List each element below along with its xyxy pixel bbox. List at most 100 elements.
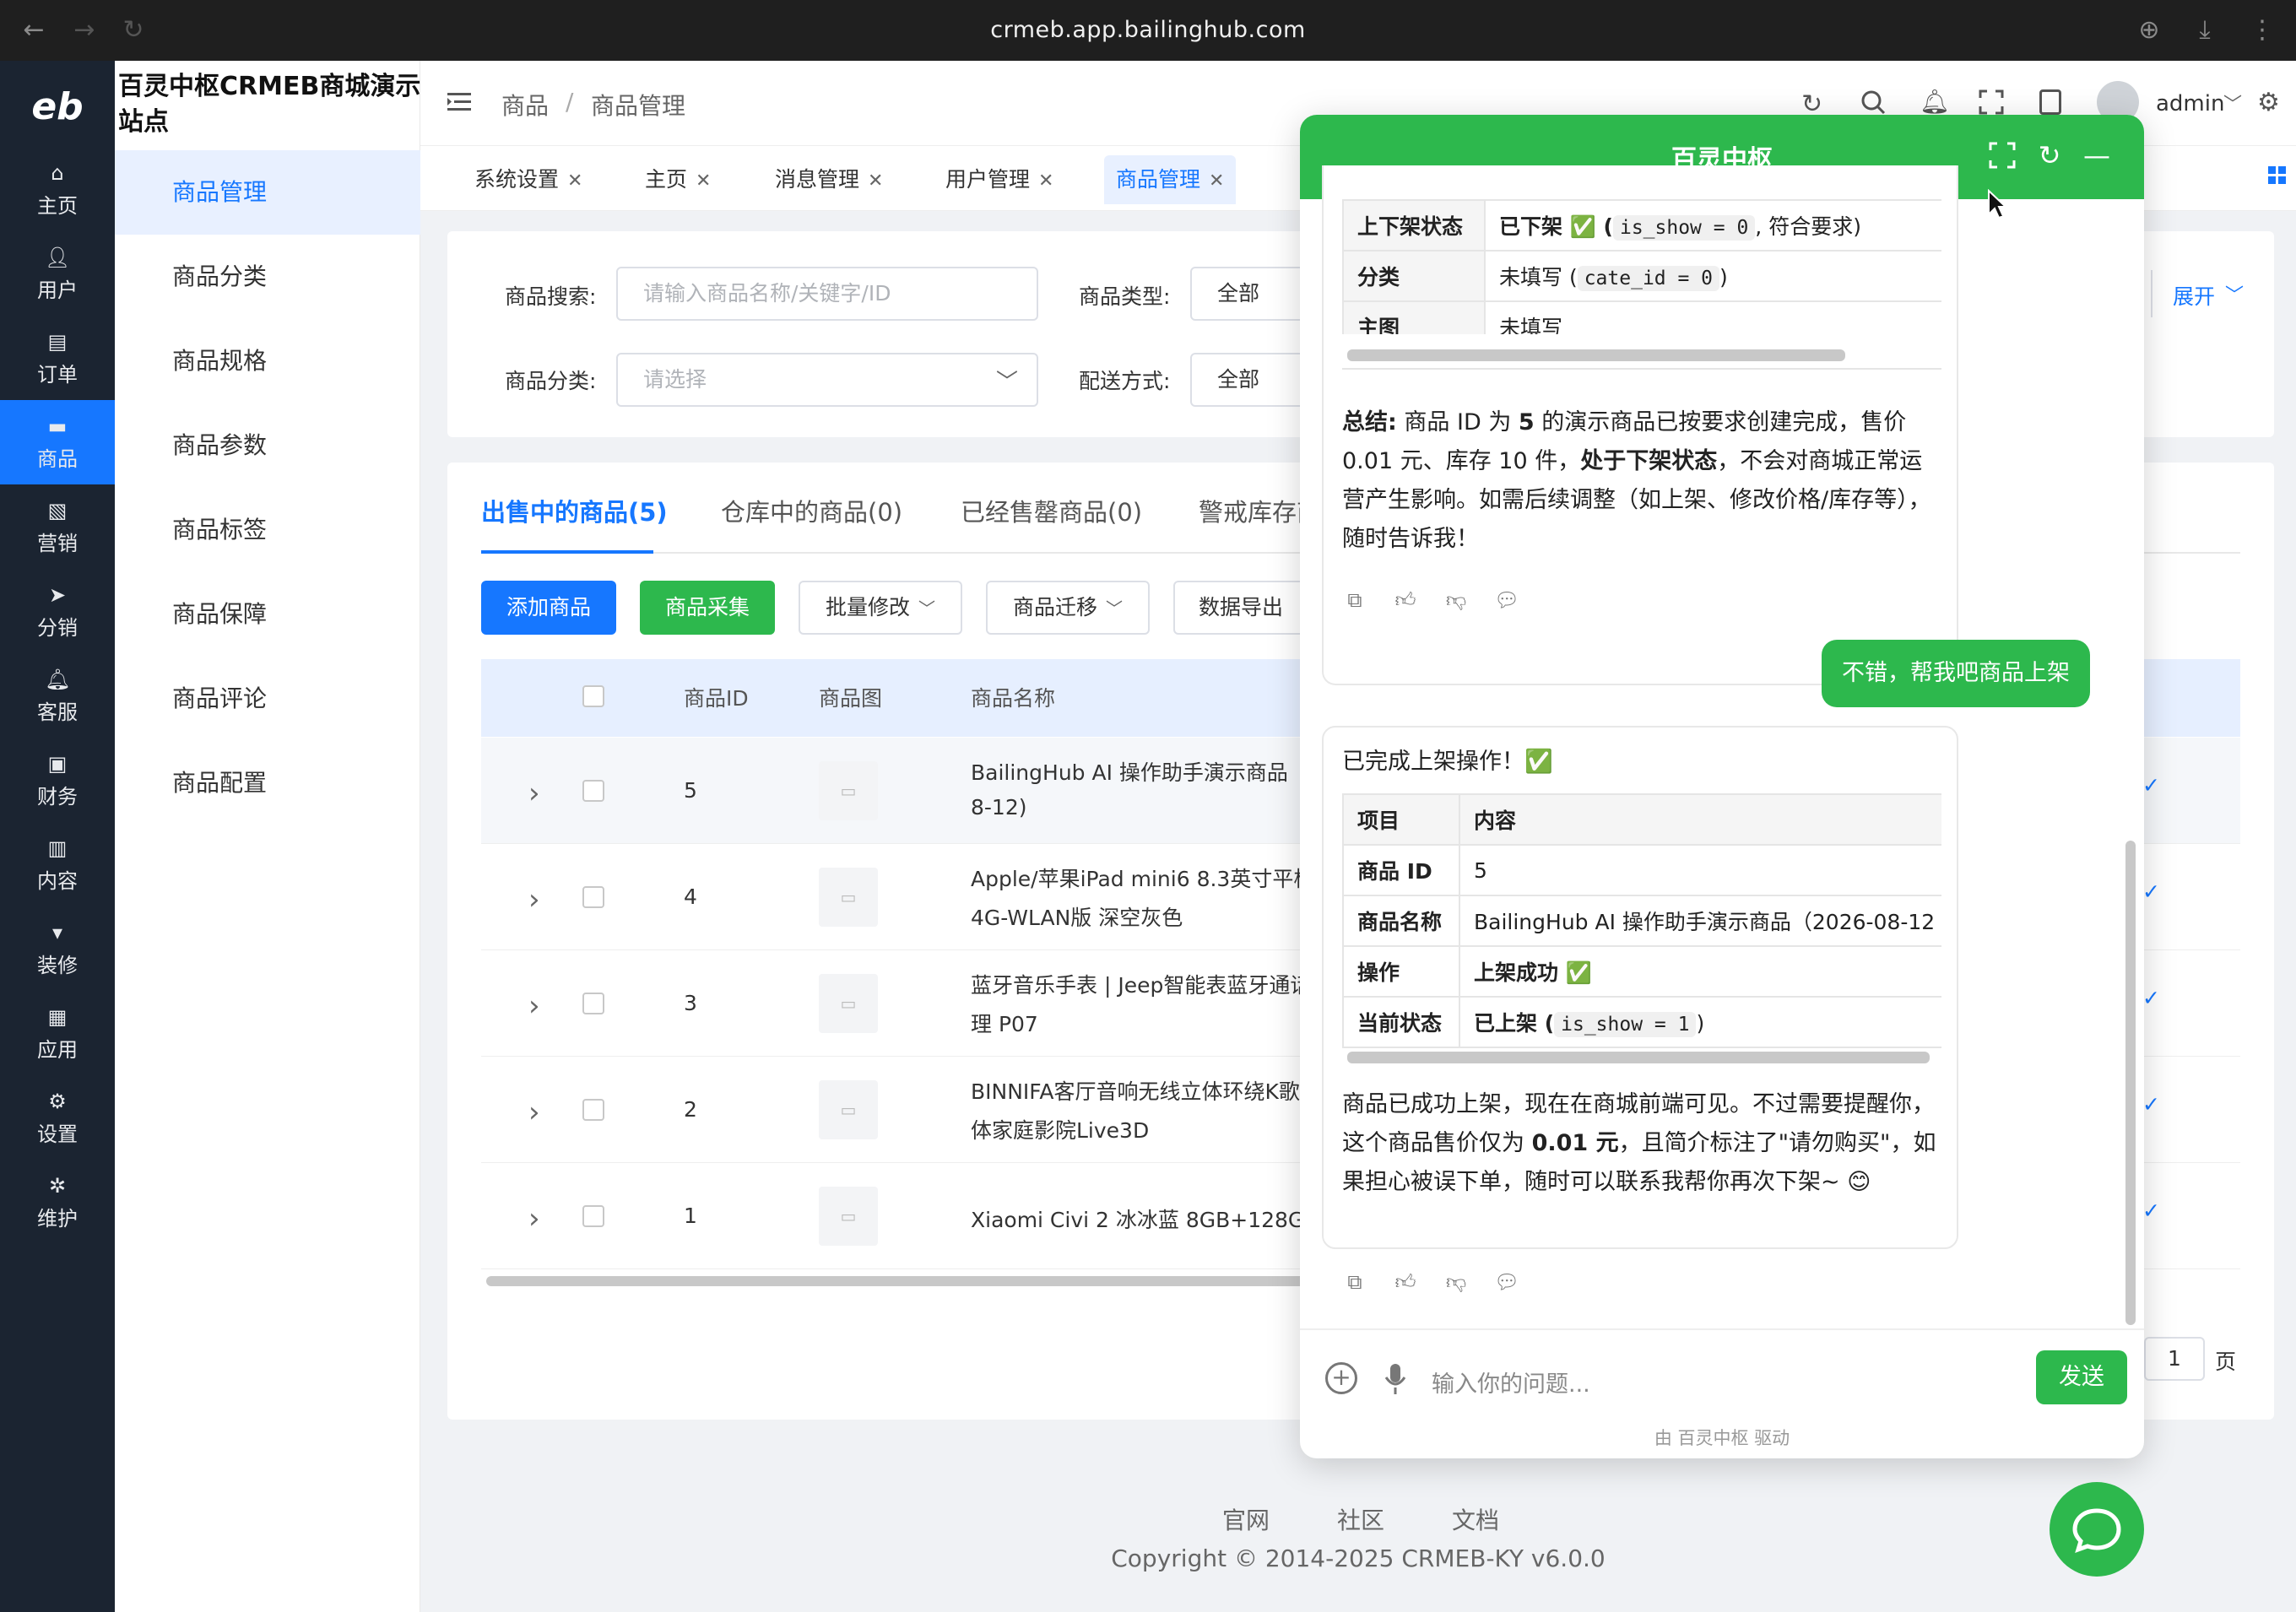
nav-item-9[interactable]: ▾ 装修 bbox=[0, 906, 115, 991]
nav-item-10[interactable]: ▦ 应用 bbox=[0, 991, 115, 1075]
table1-scrollbar[interactable] bbox=[1347, 349, 1845, 361]
nav-item-1[interactable]: 👤︎ 用户 bbox=[0, 231, 115, 316]
chat-input[interactable]: 输入你的问题... bbox=[1432, 1366, 1590, 1398]
thumbs-down-icon[interactable]: 👎︎ bbox=[1443, 1269, 1469, 1295]
tab-2[interactable]: 消息管理 ✕ bbox=[763, 155, 895, 204]
chevron-down-icon[interactable]: ﹀ bbox=[2225, 280, 2244, 307]
row-checkbox[interactable] bbox=[582, 1099, 604, 1121]
sub-nav-item[interactable]: 商品标签 bbox=[115, 488, 420, 572]
close-icon[interactable]: ✕ bbox=[1038, 170, 1053, 192]
chevron-right-icon[interactable]: › bbox=[528, 1095, 540, 1129]
migrate-button[interactable]: 商品迁移 ﹀ bbox=[986, 581, 1150, 635]
search-icon[interactable] bbox=[1860, 89, 1886, 115]
chevron-right-icon[interactable]: › bbox=[528, 883, 540, 917]
chevron-down-icon[interactable]: ﹀ bbox=[2223, 89, 2242, 116]
search-input[interactable]: 请输入商品名称/关键字/ID bbox=[616, 267, 1038, 321]
tablet-icon[interactable] bbox=[2039, 89, 2061, 115]
send-button[interactable]: 发送 bbox=[2036, 1350, 2127, 1404]
product-tab-2[interactable]: 已经售罄商品(0) bbox=[961, 493, 1142, 528]
minimize-icon[interactable]: — bbox=[2080, 138, 2114, 172]
cell-key: 商品名称 bbox=[1342, 895, 1460, 947]
nav-item-0[interactable]: ⌂ 主页 bbox=[0, 147, 115, 231]
close-icon[interactable]: ✕ bbox=[868, 170, 883, 192]
breadcrumb-level1[interactable]: 商品 bbox=[501, 88, 549, 122]
row-checkbox[interactable] bbox=[582, 886, 604, 908]
thumbs-up-icon[interactable]: 👍︎ bbox=[1393, 587, 1418, 613]
expand-icon[interactable] bbox=[1985, 138, 2019, 172]
close-icon[interactable]: ✕ bbox=[696, 170, 711, 192]
reply-b1: 0.01 元 bbox=[1531, 1130, 1619, 1156]
tab-0[interactable]: 系统设置 ✕ bbox=[463, 155, 594, 204]
row-checkbox[interactable] bbox=[582, 993, 604, 1014]
product-tab-0[interactable]: 出售中的商品(5) bbox=[481, 493, 668, 528]
expand-link[interactable]: 展开 bbox=[2173, 280, 2215, 311]
comment-icon[interactable]: 💬︎ bbox=[1494, 1269, 1519, 1295]
refresh-icon[interactable]: ↻ bbox=[2033, 138, 2066, 172]
collect-product-button[interactable]: 商品采集 bbox=[640, 581, 775, 635]
nav-item-label: 客服 bbox=[37, 701, 78, 724]
close-icon[interactable]: ✕ bbox=[1209, 170, 1224, 192]
bell-icon[interactable]: 🔔︎ bbox=[1920, 88, 1950, 116]
tab-3[interactable]: 用户管理 ✕ bbox=[934, 155, 1065, 204]
nav-item-12[interactable]: ✲ 维护 bbox=[0, 1160, 115, 1244]
nav-item-7[interactable]: ▣ 财务 bbox=[0, 738, 115, 822]
footer-link-community[interactable]: 社区 bbox=[1337, 1502, 1384, 1536]
cell-key: 上下架状态 bbox=[1342, 199, 1486, 252]
user-name[interactable]: admin bbox=[2156, 91, 2224, 116]
chat-fab-button[interactable] bbox=[2050, 1482, 2144, 1577]
install-icon[interactable]: ⊕ bbox=[2134, 15, 2164, 46]
sub-nav-item[interactable]: 商品分类 bbox=[115, 235, 420, 319]
copy-icon[interactable]: ⧉ bbox=[1342, 1269, 1367, 1295]
nav-item-8[interactable]: ▥ 内容 bbox=[0, 822, 115, 906]
batch-edit-button[interactable]: 批量修改 ﹀ bbox=[799, 581, 962, 635]
table2-scrollbar[interactable] bbox=[1347, 1052, 1930, 1063]
nav-item-3[interactable]: ▬ 商品 bbox=[0, 400, 115, 484]
chevron-right-icon[interactable]: › bbox=[528, 989, 540, 1023]
row-checkbox[interactable] bbox=[582, 780, 604, 802]
sub-nav-item[interactable]: 商品参数 bbox=[115, 403, 420, 488]
sub-nav-item[interactable]: 商品评论 bbox=[115, 657, 420, 741]
sub-nav-item[interactable]: 商品保障 bbox=[115, 572, 420, 657]
nav-item-6[interactable]: 🔔︎ 客服 bbox=[0, 653, 115, 738]
menu-dots-icon[interactable]: ⋮ bbox=[2247, 15, 2277, 46]
url-bar[interactable]: crmeb.app.bailinghub.com bbox=[0, 17, 2296, 43]
product-tab-1[interactable]: 仓库中的商品(0) bbox=[721, 493, 902, 528]
sub-nav-item[interactable]: 商品管理 bbox=[115, 150, 420, 235]
footer-link-docs[interactable]: 文档 bbox=[1452, 1502, 1499, 1536]
copy-icon[interactable]: ⧉ bbox=[1342, 587, 1367, 613]
nav-item-4[interactable]: ▧ 营销 bbox=[0, 484, 115, 569]
summary-b1: 总结: bbox=[1342, 409, 1397, 435]
category-select[interactable]: 请选择 bbox=[616, 353, 1038, 407]
tab-4[interactable]: 商品管理 ✕ bbox=[1104, 155, 1237, 204]
footer-link-official[interactable]: 官网 bbox=[1222, 1502, 1270, 1536]
sub-nav-item[interactable]: 商品配置 bbox=[115, 741, 420, 825]
chevron-right-icon[interactable]: › bbox=[528, 776, 540, 810]
nav-item-label: 维护 bbox=[37, 1207, 78, 1231]
chevron-right-icon[interactable]: › bbox=[528, 1202, 540, 1236]
row-checkbox[interactable] bbox=[582, 1205, 604, 1227]
add-product-button[interactable]: 添加商品 bbox=[481, 581, 616, 635]
tab-1[interactable]: 主页 ✕ bbox=[633, 155, 723, 204]
download-icon[interactable]: ⤓ bbox=[2190, 15, 2220, 46]
nav-item-5[interactable]: ➤ 分销 bbox=[0, 569, 115, 653]
plus-icon[interactable]: + bbox=[1325, 1362, 1357, 1394]
sub-nav-item[interactable]: 商品规格 bbox=[115, 319, 420, 403]
gear-icon[interactable]: ⚙ bbox=[2257, 88, 2280, 117]
close-icon[interactable]: ✕ bbox=[567, 170, 582, 192]
grid-icon[interactable] bbox=[2267, 165, 2288, 186]
page-input[interactable]: 1 bbox=[2144, 1337, 2205, 1381]
cell-value: 5 bbox=[1459, 844, 1941, 896]
nav-item-2[interactable]: ▤ 订单 bbox=[0, 316, 115, 400]
nav-item-11[interactable]: ⚙ 设置 bbox=[0, 1075, 115, 1160]
export-button[interactable]: 数据导出 bbox=[1173, 581, 1308, 635]
fullscreen-icon[interactable] bbox=[1979, 89, 2004, 115]
comment-icon[interactable]: 💬︎ bbox=[1494, 587, 1519, 613]
table-scrollbar[interactable] bbox=[486, 1276, 1330, 1286]
thumbs-down-icon[interactable]: 👎︎ bbox=[1443, 587, 1469, 613]
thumbs-up-icon[interactable]: 👍︎ bbox=[1393, 1269, 1418, 1295]
chat-scrollbar[interactable] bbox=[2125, 841, 2136, 1325]
select-all-checkbox[interactable] bbox=[582, 685, 604, 707]
menu-fold-icon[interactable] bbox=[446, 89, 474, 115]
microphone-icon[interactable] bbox=[1384, 1362, 1406, 1396]
cell-value: 未填写 bbox=[1484, 300, 1941, 334]
